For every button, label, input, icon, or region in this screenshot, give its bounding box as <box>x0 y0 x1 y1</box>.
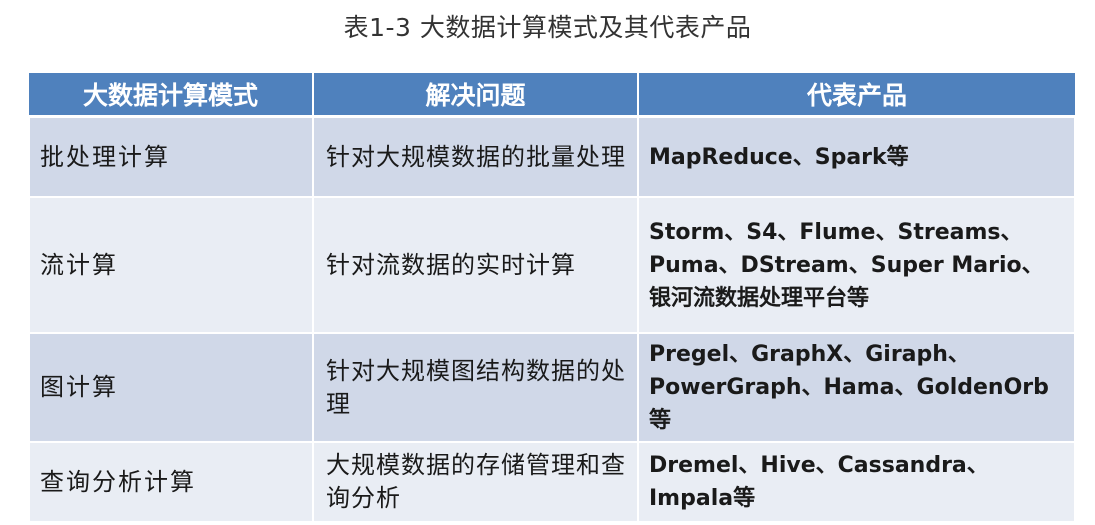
table-caption: 表1-3 大数据计算模式及其代表产品 <box>343 13 752 42</box>
cell-products: Dremel、Hive、Cassandra、Impala等 <box>637 441 1076 523</box>
cell-problem: 大规模数据的存储管理和查询分析 <box>312 441 639 523</box>
computing-modes-table: 大数据计算模式 解决问题 代表产品 批处理计算 针对大规模数据的批量处理 Map… <box>28 73 1076 523</box>
table-row: 图计算 针对大规模图结构数据的处理 Pregel、GraphX、Giraph、P… <box>28 332 1076 443</box>
cell-products: Storm、S4、Flume、Streams、Puma、DStream、Supe… <box>637 196 1076 334</box>
table-row: 查询分析计算 大规模数据的存储管理和查询分析 Dremel、Hive、Cassa… <box>28 441 1076 523</box>
table-row: 批处理计算 针对大规模数据的批量处理 MapReduce、Spark等 <box>28 115 1076 198</box>
cell-problem: 针对大规模数据的批量处理 <box>312 115 639 198</box>
header-products: 代表产品 <box>637 73 1075 118</box>
cell-products: Pregel、GraphX、Giraph、PowerGraph、Hama、Gol… <box>637 332 1076 443</box>
header-mode: 大数据计算模式 <box>29 73 314 118</box>
header-problem: 解决问题 <box>312 73 639 118</box>
table-row: 流计算 针对流数据的实时计算 Storm、S4、Flume、Streams、Pu… <box>28 196 1076 334</box>
cell-mode: 批处理计算 <box>28 115 314 198</box>
cell-products: MapReduce、Spark等 <box>637 115 1076 198</box>
slide-page: 表1-3 大数据计算模式及其代表产品 大数据计算模式 解决问题 代表产品 批处理… <box>0 0 1095 525</box>
cell-mode: 图计算 <box>28 332 314 443</box>
cell-problem: 针对大规模图结构数据的处理 <box>312 332 639 443</box>
cell-mode: 流计算 <box>28 196 314 334</box>
cell-mode: 查询分析计算 <box>28 441 314 523</box>
table-header-row: 大数据计算模式 解决问题 代表产品 <box>29 73 1075 118</box>
cell-problem: 针对流数据的实时计算 <box>312 196 639 334</box>
